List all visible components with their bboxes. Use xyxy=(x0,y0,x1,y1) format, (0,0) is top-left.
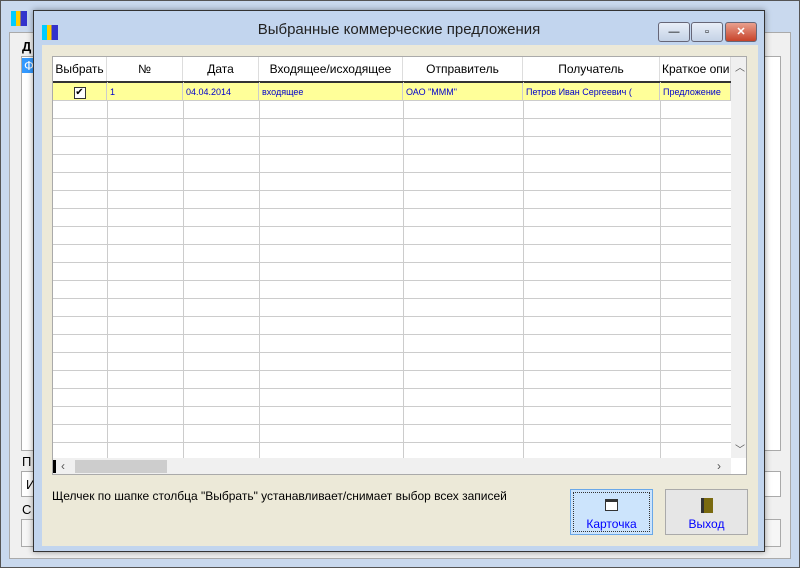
vertical-scrollbar[interactable]: ︿ ﹀ xyxy=(731,57,746,458)
table-row[interactable]: ✔ 1 04.04.2014 входящее ОАО "МММ" Петров… xyxy=(53,83,731,101)
hint-text: Щелчек по шапке столбца "Выбрать" устана… xyxy=(52,489,507,503)
grid-row-line xyxy=(53,298,731,299)
select-checkbox[interactable]: ✔ xyxy=(73,87,86,99)
grid-row-line xyxy=(53,262,731,263)
app-icon xyxy=(11,11,27,26)
select-cell[interactable]: ✔ xyxy=(53,83,107,101)
scroll-right-icon[interactable]: › xyxy=(717,459,721,473)
card-button[interactable]: Карточка xyxy=(570,489,653,535)
cell-number: 1 xyxy=(107,83,183,101)
grid-column-line xyxy=(107,82,108,458)
grid-row-line xyxy=(53,316,731,317)
grid-row-line xyxy=(53,424,731,425)
column-header-select[interactable]: Выбрать xyxy=(53,57,107,82)
exit-door-icon xyxy=(700,498,713,513)
grid-column-line xyxy=(523,82,524,458)
card-icon xyxy=(605,499,618,511)
cell-sender: ОАО "МММ" xyxy=(403,83,523,101)
column-header-date[interactable]: Дата xyxy=(183,57,259,82)
grid-row-line xyxy=(53,226,731,227)
grid-row-line xyxy=(53,352,731,353)
cell-date: 04.04.2014 xyxy=(183,83,259,101)
column-header-sender[interactable]: Отправитель xyxy=(403,57,523,82)
scroll-left-icon[interactable]: ‹ xyxy=(61,459,65,473)
bg-label: С xyxy=(22,502,32,517)
grid-column-line xyxy=(660,82,661,458)
card-button-label: Карточка xyxy=(586,517,637,531)
grid-row-line xyxy=(53,172,731,173)
bg-label: П xyxy=(22,454,32,469)
grid-column-line xyxy=(403,82,404,458)
column-header-direction[interactable]: Входящее/исходящее xyxy=(259,57,403,82)
scroll-up-icon[interactable]: ︿ xyxy=(735,59,745,74)
horizontal-scrollbar[interactable]: ‹ › xyxy=(53,458,731,474)
bg-label: Д xyxy=(22,39,32,54)
scroll-thumb[interactable] xyxy=(75,460,167,473)
cell-summary: Предложение xyxy=(660,83,731,101)
close-button[interactable]: ✕ xyxy=(725,22,757,42)
grid-column-line xyxy=(183,82,184,458)
grid-row-line xyxy=(53,334,731,335)
exit-button[interactable]: Выход xyxy=(665,489,748,535)
selected-offers-dialog: Выбранные коммерческие предложения — ▫ ✕… xyxy=(33,10,765,552)
cell-direction: входящее xyxy=(259,83,403,101)
exit-button-label: Выход xyxy=(688,517,725,531)
column-header-number[interactable]: № xyxy=(107,57,183,82)
dialog-title: Выбранные коммерческие предложения xyxy=(257,21,541,38)
grid-row-line xyxy=(53,118,731,119)
grid-row-line xyxy=(53,388,731,389)
minimize-button[interactable]: — xyxy=(658,22,690,42)
offers-table: Выбрать № Дата Входящее/исходящее Отправ… xyxy=(52,56,747,475)
column-header-recipient[interactable]: Получатель xyxy=(523,57,660,82)
grid-row-line xyxy=(53,406,731,407)
grid-row-line xyxy=(53,136,731,137)
grid-row-line xyxy=(53,190,731,191)
scroll-marker xyxy=(53,460,56,473)
dialog-client: Выбрать № Дата Входящее/исходящее Отправ… xyxy=(42,45,758,546)
grid-column-line xyxy=(259,82,260,458)
column-header-summary[interactable]: Краткое опи xyxy=(660,57,731,82)
grid-row-line xyxy=(53,154,731,155)
grid-row-line xyxy=(53,370,731,371)
cell-recipient: Петров Иван Сергеевич ( xyxy=(523,83,660,101)
grid-row-line xyxy=(53,244,731,245)
grid-row-line xyxy=(53,442,731,443)
scroll-down-icon[interactable]: ﹀ xyxy=(735,441,745,456)
maximize-button[interactable]: ▫ xyxy=(691,22,723,42)
grid-row-line xyxy=(53,208,731,209)
grid-row-line xyxy=(53,280,731,281)
